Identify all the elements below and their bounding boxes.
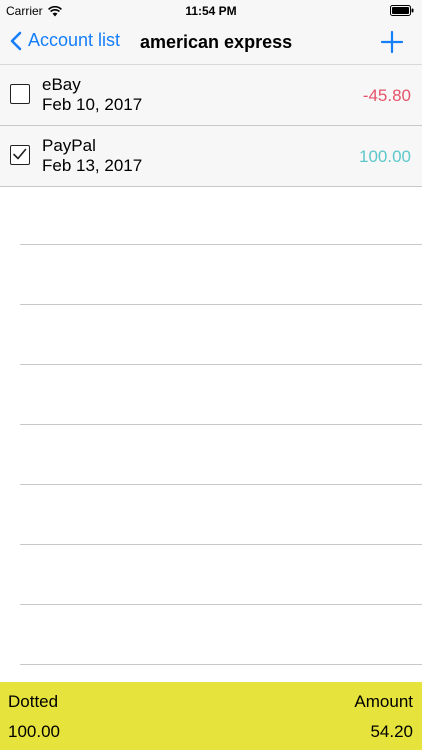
status-bar: Carrier 11:54 PM [0, 0, 422, 22]
transaction-amount: 100.00 [359, 147, 411, 166]
amount-value: 54.20 [370, 722, 413, 741]
empty-row [20, 425, 422, 485]
empty-row [20, 185, 422, 245]
empty-row [20, 485, 422, 545]
page-title: american express [140, 32, 293, 52]
plus-icon [380, 30, 404, 54]
transaction-amount: -45.80 [362, 86, 411, 105]
dotted-value: 100.00 [8, 722, 60, 741]
back-button[interactable]: Account list [10, 30, 120, 51]
transaction-row[interactable]: eBay Feb 10, 2017 -45.80 [0, 65, 422, 126]
empty-row [20, 305, 422, 365]
empty-list-area [0, 185, 422, 665]
add-button[interactable] [380, 30, 404, 54]
empty-row [20, 245, 422, 305]
checkbox-checked[interactable] [10, 145, 30, 165]
empty-row [20, 605, 422, 665]
battery-icon [390, 5, 414, 19]
back-button-label: Account list [28, 30, 121, 50]
checkbox-unchecked[interactable] [10, 84, 30, 104]
status-time: 11:54 PM [185, 4, 237, 18]
transaction-date: Feb 13, 2017 [42, 156, 143, 175]
transaction-name: PayPal [42, 136, 96, 155]
empty-row [20, 365, 422, 425]
checkmark-icon [13, 148, 27, 160]
navigation-bar: Account list american express [0, 22, 422, 65]
transaction-name: eBay [42, 75, 81, 94]
transaction-list: eBay Feb 10, 2017 -45.80 PayPal Feb 13, … [0, 65, 422, 187]
dotted-label: Dotted [8, 692, 59, 711]
transaction-row[interactable]: PayPal Feb 13, 2017 100.00 [0, 126, 422, 187]
empty-row [20, 545, 422, 605]
transaction-date: Feb 10, 2017 [42, 95, 143, 114]
summary-footer: Dotted Amount 100.00 54.20 [0, 682, 422, 750]
amount-label: Amount [354, 692, 413, 711]
chevron-left-icon [10, 31, 22, 50]
